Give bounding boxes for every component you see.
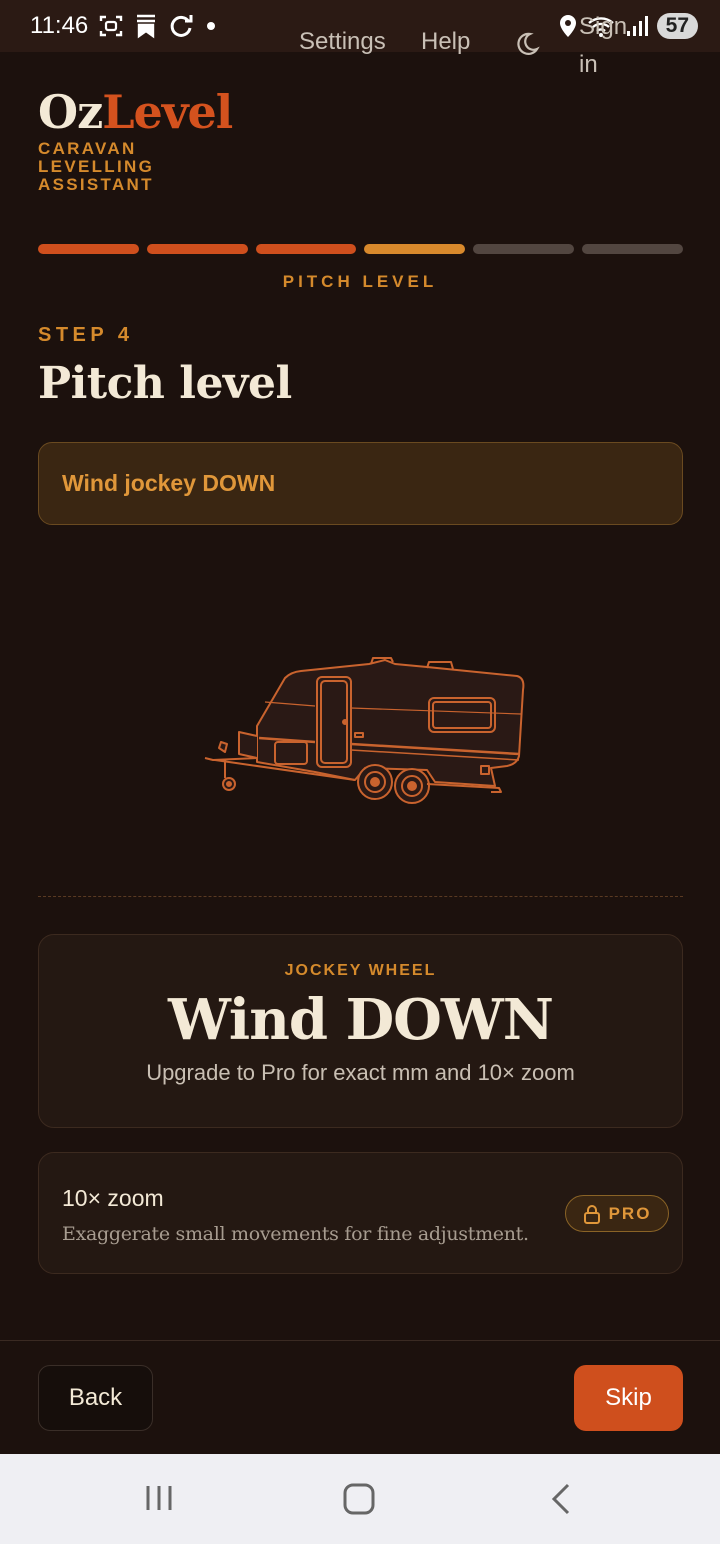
recents-icon[interactable] bbox=[144, 1482, 174, 1514]
app-logo[interactable]: OzLevel bbox=[38, 86, 682, 138]
logo-level: Level bbox=[102, 85, 233, 139]
result-label: JOCKEY WHEEL bbox=[284, 962, 437, 979]
progress-segment-5 bbox=[473, 244, 575, 254]
progress-current-label: PITCH LEVEL bbox=[282, 272, 438, 291]
nav-sign-in-link[interactable]: Sign in bbox=[579, 8, 649, 84]
back-button[interactable]: Back bbox=[38, 1365, 153, 1431]
app-header: OzLevel CARAVAN LEVELLING ASSISTANT bbox=[38, 86, 682, 196]
dot-icon bbox=[207, 22, 216, 30]
progress-segment-1 bbox=[38, 244, 139, 254]
lock-icon bbox=[583, 1204, 600, 1224]
progress-segment-3 bbox=[255, 244, 357, 254]
result-value: Wind DOWN bbox=[168, 987, 554, 1053]
battery-indicator: 57 bbox=[656, 13, 698, 39]
app-tagline: CARAVAN LEVELLING ASSISTANT bbox=[38, 139, 155, 194]
jockey-result-card: JOCKEY WHEEL Wind DOWN Upgrade to Pro fo… bbox=[38, 934, 683, 1128]
location-icon bbox=[559, 15, 576, 37]
back-icon[interactable] bbox=[548, 1482, 574, 1516]
zoom-option-description: Exaggerate small movements for fine adju… bbox=[62, 1223, 529, 1245]
pro-badge-label: PRO bbox=[608, 1203, 652, 1223]
progress-segment-4 bbox=[364, 244, 466, 254]
zoom-option-title: 10× zoom bbox=[62, 1185, 164, 1211]
page-title: Pitch level bbox=[38, 358, 292, 409]
progress-segment-6 bbox=[582, 244, 683, 254]
step-progress bbox=[38, 244, 683, 256]
bookmark-icon bbox=[137, 14, 156, 39]
skip-button[interactable]: Skip bbox=[574, 1365, 683, 1431]
caravan-icon bbox=[204, 657, 525, 804]
system-nav-bar bbox=[0, 1454, 720, 1544]
progress-segment-2 bbox=[146, 244, 248, 254]
step-number: STEP 4 bbox=[38, 324, 134, 346]
instruction-text: Wind jockey DOWN bbox=[62, 470, 276, 496]
sync-icon bbox=[170, 15, 193, 37]
upgrade-note: Upgrade to Pro for exact mm and 10× zoom bbox=[146, 1060, 575, 1085]
nav-settings-link[interactable]: Settings bbox=[299, 28, 386, 56]
status-time: 11:46 bbox=[30, 12, 89, 39]
pro-badge[interactable]: PRO bbox=[565, 1195, 669, 1232]
screenshot-icon bbox=[100, 15, 123, 37]
logo-oz: Oz bbox=[38, 85, 103, 139]
footer-bar: Back Skip bbox=[0, 1340, 720, 1455]
home-icon[interactable] bbox=[342, 1482, 376, 1516]
zoom-option-card[interactable]: 10× zoom Exaggerate small movements for … bbox=[38, 1152, 683, 1274]
section-divider bbox=[38, 896, 683, 897]
status-left: 11:46 bbox=[30, 12, 218, 40]
theme-toggle-button[interactable] bbox=[512, 30, 540, 62]
nav-help-link[interactable]: Help bbox=[421, 28, 470, 56]
moon-icon bbox=[517, 32, 540, 55]
instruction-banner: Wind jockey DOWN bbox=[38, 442, 683, 525]
